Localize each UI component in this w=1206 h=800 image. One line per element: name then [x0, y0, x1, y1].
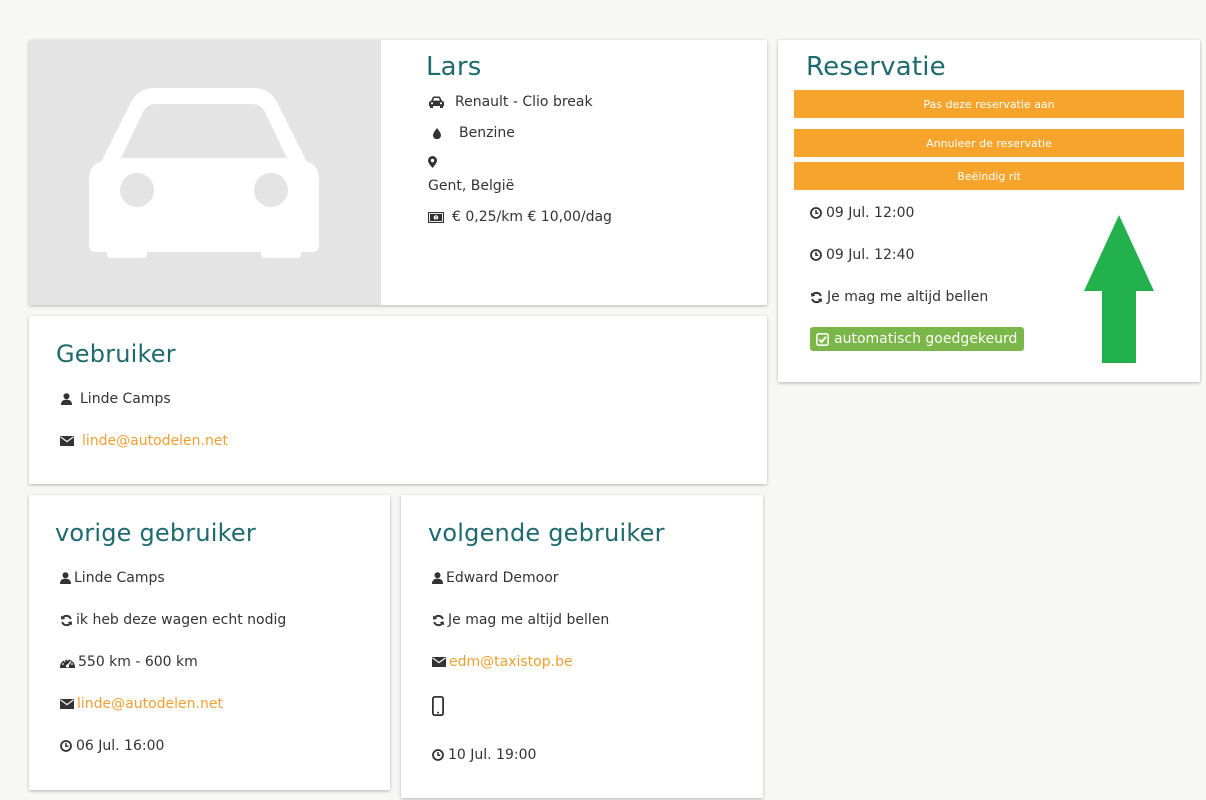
- next-user-email-link[interactable]: edm@taxistop.be: [449, 654, 573, 670]
- car-model: Renault - Clio break: [455, 94, 593, 110]
- next-user-email-row: edm@taxistop.be: [432, 654, 573, 670]
- previous-user-email-row: linde@autodelen.net: [60, 696, 223, 712]
- car-model-row: Renault - Clio break: [428, 94, 593, 110]
- clock-icon: [60, 740, 72, 752]
- user-title: Gebruiker: [56, 340, 176, 368]
- mobile-phone-icon[interactable]: [432, 696, 444, 716]
- user-name: Linde Camps: [80, 391, 171, 407]
- money-icon: 1: [428, 211, 444, 223]
- next-user-time-row: 10 Jul. 19:00: [432, 747, 536, 763]
- car-icon: [428, 96, 445, 108]
- reservation-title: Reservatie: [806, 52, 946, 82]
- car-location-pin-row: [428, 156, 443, 168]
- car-location: Gent, België: [428, 178, 515, 194]
- previous-user-card: vorige gebruiker Linde Camps ik heb deze…: [29, 495, 390, 790]
- svg-text:1: 1: [435, 215, 438, 221]
- clock-icon: [810, 249, 822, 261]
- car-owner-name: Lars: [426, 52, 482, 82]
- reservation-end-time: 09 Jul. 12:40: [826, 247, 915, 263]
- previous-user-name-row: Linde Camps: [60, 570, 165, 586]
- envelope-icon: [60, 699, 74, 709]
- arrow-up-icon: [1084, 215, 1154, 363]
- previous-user-note-row: ik heb deze wagen echt nodig: [60, 612, 286, 628]
- user-email-row: linde@autodelen.net: [60, 433, 228, 449]
- check-square-icon: [816, 332, 829, 346]
- cancel-reservation-button[interactable]: Annuleer de reservatie: [794, 129, 1184, 157]
- previous-user-mileage: 550 km - 600 km: [78, 654, 198, 670]
- approved-status-badge: automatisch goedgekeurd: [810, 327, 1025, 351]
- previous-user-time-row: 06 Jul. 16:00: [60, 738, 164, 754]
- clock-icon: [432, 749, 444, 761]
- previous-user-mileage-row: 550 km - 600 km: [60, 654, 198, 670]
- next-user-title: volgende gebruiker: [428, 519, 665, 547]
- reservation-note-row: Je mag me altijd bellen: [810, 289, 988, 305]
- car-fuel-row: Benzine: [428, 125, 515, 141]
- map-marker-icon: [428, 156, 437, 168]
- refresh-icon: [432, 614, 445, 627]
- previous-user-title: vorige gebruiker: [55, 519, 256, 547]
- clock-icon: [810, 207, 822, 219]
- end-ride-button[interactable]: Beëindig rit: [794, 162, 1184, 190]
- reservation-note: Je mag me altijd bellen: [827, 289, 989, 305]
- previous-user-time: 06 Jul. 16:00: [76, 738, 165, 754]
- dashboard-icon: [60, 657, 75, 668]
- reservation-start-time: 09 Jul. 12:00: [826, 205, 915, 221]
- previous-user-note: ik heb deze wagen echt nodig: [76, 612, 287, 628]
- previous-user-name: Linde Camps: [74, 570, 165, 586]
- reservation-start-row: 09 Jul. 12:00: [810, 205, 914, 221]
- next-user-note: Je mag me altijd bellen: [448, 612, 610, 628]
- reservation-end-row: 09 Jul. 12:40: [810, 247, 914, 263]
- next-user-note-row: Je mag me altijd bellen: [432, 612, 609, 628]
- approved-status-text: automatisch goedgekeurd: [834, 331, 1018, 347]
- user-icon: [432, 572, 443, 584]
- edit-reservation-button[interactable]: Pas deze reservatie aan: [794, 90, 1184, 118]
- envelope-icon: [432, 657, 446, 667]
- car-price-row: 1 € 0,25/km € 10,00/dag: [428, 209, 612, 225]
- car-placeholder-icon: [89, 88, 319, 258]
- car-fuel: Benzine: [459, 125, 515, 141]
- refresh-icon: [60, 614, 73, 627]
- user-icon: [60, 572, 71, 584]
- next-user-name: Edward Demoor: [446, 570, 559, 586]
- car-photo-placeholder: [29, 40, 381, 305]
- next-user-name-row: Edward Demoor: [432, 570, 559, 586]
- user-name-row: Linde Camps: [61, 391, 171, 407]
- car-price: € 0,25/km € 10,00/dag: [452, 209, 612, 225]
- user-icon: [61, 393, 72, 405]
- refresh-icon: [810, 291, 823, 304]
- user-card: Gebruiker Linde Camps linde@autodelen.ne…: [29, 316, 767, 484]
- car-card: Lars Renault - Clio break Benzine Gent, …: [29, 40, 767, 305]
- next-user-phone-row: [432, 696, 450, 716]
- previous-user-email-link[interactable]: linde@autodelen.net: [77, 696, 223, 712]
- next-user-card: volgende gebruiker Edward Demoor Je mag …: [401, 495, 763, 798]
- user-email-link[interactable]: linde@autodelen.net: [82, 433, 228, 449]
- next-user-time: 10 Jul. 19:00: [448, 747, 537, 763]
- fuel-drop-icon: [428, 127, 445, 139]
- envelope-icon: [60, 436, 74, 446]
